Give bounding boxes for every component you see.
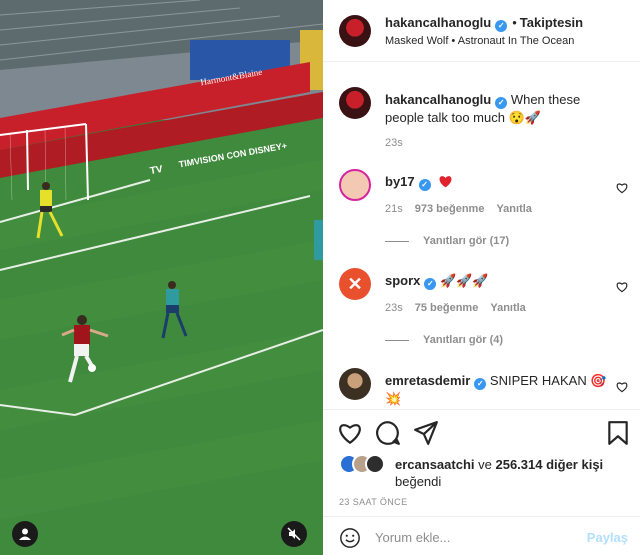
speaker-muted-icon xyxy=(287,527,301,541)
author-avatar[interactable] xyxy=(339,15,371,47)
liker-avatars xyxy=(339,454,385,474)
likes-connector: ve xyxy=(478,457,492,472)
save-bookmark-icon[interactable] xyxy=(605,420,631,446)
caption-username[interactable]: hakancalhanoglu xyxy=(385,92,491,107)
comment-meta: 21s 973 beğenme Yanıtla xyxy=(385,203,532,215)
others-likes-count[interactable]: 256.314 diğer kişi xyxy=(495,457,603,472)
replies-divider xyxy=(385,240,409,242)
caption-time: 23s xyxy=(385,137,403,149)
red-heart-emoji-icon xyxy=(439,176,452,188)
view-replies-label: Yanıtları gör (17) xyxy=(423,235,510,247)
comment-likes[interactable]: 973 beğenme xyxy=(415,203,485,215)
sponsor-logo: TV xyxy=(149,163,164,178)
liker-username[interactable]: ercansaatchi xyxy=(395,457,475,472)
comment-text-block: sporx ✓ 🚀🚀🚀 xyxy=(385,272,613,290)
post-panel: hakancalhanoglu ✓ • Takiptesin Masked Wolf … xyxy=(323,0,640,555)
comments-list[interactable]: hakancalhanoglu ✓ When these people talk … xyxy=(323,63,640,408)
post-timestamp[interactable]: 23 SAAT ÖNCE xyxy=(339,497,408,507)
comment-time: 23s xyxy=(385,302,403,314)
commenter-avatar[interactable] xyxy=(339,169,371,201)
comment-text-block: by17 ✓ xyxy=(385,173,613,191)
share-direct-icon[interactable] xyxy=(413,420,439,446)
tagged-users-button[interactable] xyxy=(12,521,38,547)
caption-text-block: hakancalhanoglu ✓ When these people talk … xyxy=(385,91,613,126)
verified-icon: ✓ xyxy=(474,378,487,390)
comment-text: 🚀🚀🚀 xyxy=(440,273,489,288)
add-comment-bar: Paylaş xyxy=(323,516,640,555)
caption: hakancalhanoglu ✓ When these people talk … xyxy=(339,87,629,167)
comment-like-heart-icon[interactable] xyxy=(615,280,629,294)
commenter-username[interactable]: by17 xyxy=(385,174,415,189)
video-player[interactable]: Harmont&Blaine TV TIMVISION CON DISNEY+ xyxy=(0,0,323,555)
comment-item: ✕ sporx ✓ 🚀🚀🚀 23s 75 beğenme Yanıtla Yanıtl… xyxy=(339,268,629,358)
verified-icon: ✓ xyxy=(495,97,508,109)
comment-meta: 23s 75 beğenme Yanıtla xyxy=(385,302,526,314)
video-frame xyxy=(0,0,323,555)
reply-button[interactable]: Yanıtla xyxy=(496,203,531,215)
mute-button[interactable] xyxy=(281,521,307,547)
post-header: hakancalhanoglu ✓ • Takiptesin Masked Wolf … xyxy=(323,0,640,62)
post-comment-button[interactable]: Paylaş xyxy=(587,530,628,545)
likes-suffix: beğendi xyxy=(395,474,442,489)
comment-like-heart-icon[interactable] xyxy=(615,380,629,394)
verified-icon: ✓ xyxy=(418,179,431,191)
comment-likes[interactable]: 75 beğenme xyxy=(415,302,479,314)
user-icon xyxy=(19,528,31,540)
comment-time: 21s xyxy=(385,203,403,215)
likes-text: ercansaatchi ve 256.314 diğer kişi beğen… xyxy=(395,456,635,490)
song-label[interactable]: Masked Wolf • Astronaut In The Ocean xyxy=(385,35,574,47)
comment-item: by17 ✓ 21s 973 beğenme Yanıtla Yanıtları gö… xyxy=(339,169,629,259)
view-replies-button[interactable]: Yanıtları gör (4) xyxy=(385,334,503,346)
verified-icon: ✓ xyxy=(495,20,508,32)
author-username[interactable]: hakancalhanoglu xyxy=(385,15,491,30)
comment-input[interactable] xyxy=(375,526,575,548)
follow-status[interactable]: Takiptesin xyxy=(520,15,583,30)
view-replies-label: Yanıtları gör (4) xyxy=(423,334,504,346)
commenter-avatar[interactable] xyxy=(339,368,371,400)
comment-like-heart-icon[interactable] xyxy=(615,181,629,195)
commenter-avatar[interactable]: ✕ xyxy=(339,268,371,300)
caption-avatar[interactable] xyxy=(339,87,371,119)
commenter-username[interactable]: sporx xyxy=(385,273,420,288)
emoji-icon[interactable] xyxy=(339,527,361,549)
like-heart-icon[interactable] xyxy=(337,420,363,446)
comment-icon[interactable] xyxy=(375,420,401,446)
verified-icon: ✓ xyxy=(424,278,437,290)
liker-avatar[interactable] xyxy=(365,454,385,474)
separator-dot: • xyxy=(512,15,517,30)
reply-button[interactable]: Yanıtla xyxy=(490,302,525,314)
comment-item: emretasdemir ✓ SNIPER HAKAN 🎯💥 xyxy=(339,368,629,408)
comment-text-block: emretasdemir ✓ SNIPER HAKAN 🎯💥 xyxy=(385,372,613,407)
commenter-username[interactable]: emretasdemir xyxy=(385,373,470,388)
view-replies-button[interactable]: Yanıtları gör (17) xyxy=(385,235,509,247)
replies-divider xyxy=(385,339,409,341)
header-title-row: hakancalhanoglu ✓ • Takiptesin xyxy=(385,15,583,32)
